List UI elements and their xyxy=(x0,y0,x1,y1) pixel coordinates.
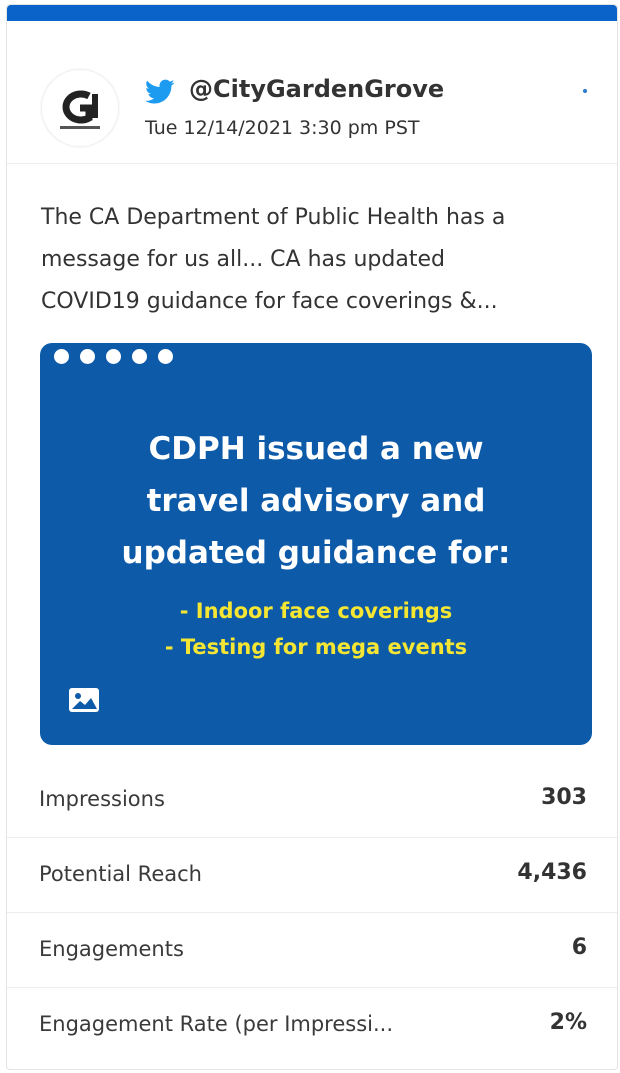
carousel-dots xyxy=(54,349,173,364)
dot-icon xyxy=(132,349,147,364)
dot-icon xyxy=(158,349,173,364)
post-stats: Impressions 303 Potential Reach 4,436 En… xyxy=(7,763,617,1062)
media-bullet: - Testing for mega events xyxy=(164,635,468,659)
dot-icon xyxy=(54,349,69,364)
media-headline-line: updated guidance for: xyxy=(121,535,511,571)
avatar[interactable] xyxy=(41,69,119,147)
stat-label: Impressions xyxy=(39,787,165,811)
post-timestamp: Tue 12/14/2021 3:30 pm PST xyxy=(145,117,420,139)
media-headline-line: CDPH issued a new xyxy=(148,431,484,467)
post-card: @CityGardenGrove Tue 12/14/2021 3:30 pm … xyxy=(6,4,618,1070)
post-text: The CA Department of Public Health has a… xyxy=(41,197,593,323)
stat-value: 4,436 xyxy=(517,860,587,885)
post-media-image[interactable]: CDPH issued a new travel advisory and up… xyxy=(40,343,592,745)
image-icon xyxy=(69,688,99,712)
stat-row-impressions: Impressions 303 xyxy=(7,763,617,838)
stat-label: Potential Reach xyxy=(39,862,202,886)
account-handle[interactable]: @CityGardenGrove xyxy=(189,75,444,103)
dot-icon xyxy=(106,349,121,364)
media-headline-line: travel advisory and xyxy=(146,483,486,519)
post-text-line: The CA Department of Public Health has a xyxy=(41,205,506,230)
stat-value: 2% xyxy=(549,1010,587,1035)
media-headline: CDPH issued a new travel advisory and up… xyxy=(40,423,592,579)
stat-value: 6 xyxy=(571,935,587,960)
post-text-line: message for us all... CA has updated xyxy=(41,247,445,272)
stat-row-engagement-rate: Engagement Rate (per Impressi... 2% xyxy=(7,988,617,1062)
stat-label: Engagement Rate (per Impressi... xyxy=(39,1012,394,1036)
media-bullet: - Indoor face coverings xyxy=(179,599,453,623)
media-bullets: - Indoor face coverings - Testing for me… xyxy=(40,593,592,665)
dot-icon xyxy=(80,349,95,364)
post-text-line: COVID19 guidance for face coverings &... xyxy=(41,289,498,314)
stat-value: 303 xyxy=(541,785,587,810)
post-header: @CityGardenGrove Tue 12/14/2021 3:30 pm … xyxy=(7,21,617,164)
stat-row-potential-reach: Potential Reach 4,436 xyxy=(7,838,617,913)
garden-grove-logo-icon xyxy=(43,71,117,145)
card-top-bar xyxy=(7,5,617,21)
stat-row-engagements: Engagements 6 xyxy=(7,913,617,988)
twitter-bird-icon xyxy=(145,79,175,104)
more-options-icon[interactable] xyxy=(583,89,587,93)
stat-label: Engagements xyxy=(39,937,184,961)
